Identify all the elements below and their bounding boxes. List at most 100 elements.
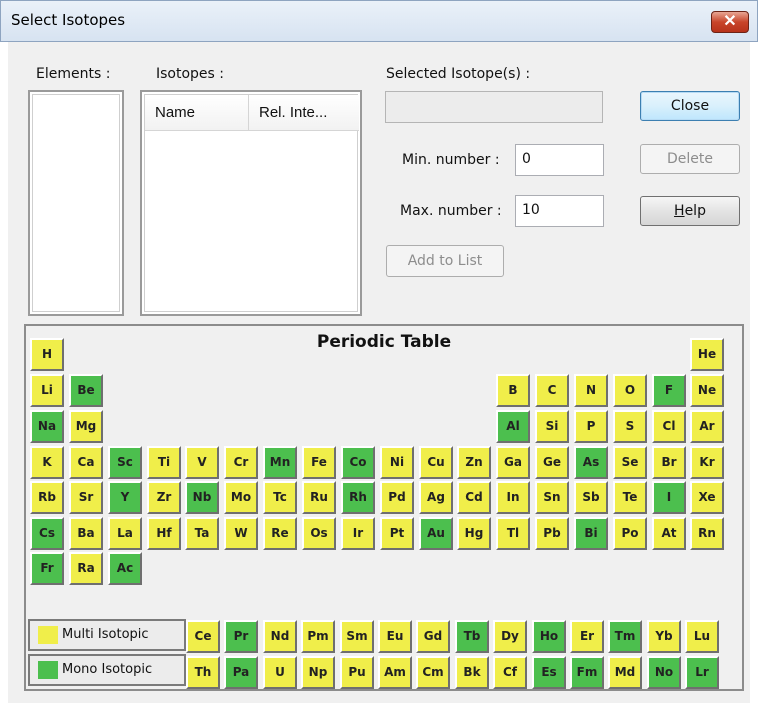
element-es[interactable]: Es	[532, 656, 566, 689]
element-b[interactable]: B	[496, 374, 530, 407]
element-y[interactable]: Y	[108, 481, 142, 514]
element-li[interactable]: Li	[30, 374, 64, 407]
element-ar[interactable]: Ar	[690, 410, 724, 443]
element-cf[interactable]: Cf	[493, 656, 527, 689]
element-sr[interactable]: Sr	[69, 481, 103, 514]
element-nb[interactable]: Nb	[185, 481, 219, 514]
element-rb[interactable]: Rb	[30, 481, 64, 514]
element-se[interactable]: Se	[613, 446, 647, 479]
element-at[interactable]: At	[652, 517, 686, 550]
min-number-input[interactable]: 0	[515, 144, 604, 176]
element-f[interactable]: F	[652, 374, 686, 407]
element-ag[interactable]: Ag	[419, 481, 453, 514]
element-bi[interactable]: Bi	[574, 517, 608, 550]
element-lu[interactable]: Lu	[685, 620, 719, 653]
close-button[interactable]: Close	[640, 91, 740, 121]
element-ru[interactable]: Ru	[302, 481, 336, 514]
element-hf[interactable]: Hf	[147, 517, 181, 550]
element-pa[interactable]: Pa	[224, 656, 258, 689]
element-cl[interactable]: Cl	[652, 410, 686, 443]
element-w[interactable]: W	[224, 517, 258, 550]
element-ta[interactable]: Ta	[185, 517, 219, 550]
element-c[interactable]: C	[535, 374, 569, 407]
element-bk[interactable]: Bk	[455, 656, 489, 689]
element-nd[interactable]: Nd	[263, 620, 297, 653]
element-h[interactable]: H	[30, 338, 64, 371]
isotopes-list[interactable]: Name Rel. Inte...	[140, 90, 362, 316]
element-pb[interactable]: Pb	[535, 517, 569, 550]
element-cs[interactable]: Cs	[30, 517, 64, 550]
element-mo[interactable]: Mo	[224, 481, 258, 514]
element-rn[interactable]: Rn	[690, 517, 724, 550]
element-gd[interactable]: Gd	[416, 620, 450, 653]
element-pr[interactable]: Pr	[224, 620, 258, 653]
element-zn[interactable]: Zn	[457, 446, 491, 479]
window-close-button[interactable]: ✕	[711, 11, 749, 33]
element-be[interactable]: Be	[69, 374, 103, 407]
element-n[interactable]: N	[574, 374, 608, 407]
element-v[interactable]: V	[185, 446, 219, 479]
element-ir[interactable]: Ir	[341, 517, 375, 550]
element-ra[interactable]: Ra	[69, 552, 103, 585]
element-ge[interactable]: Ge	[535, 446, 569, 479]
element-i[interactable]: I	[652, 481, 686, 514]
element-rh[interactable]: Rh	[341, 481, 375, 514]
element-u[interactable]: U	[263, 656, 297, 689]
element-cm[interactable]: Cm	[416, 656, 450, 689]
element-tb[interactable]: Tb	[455, 620, 489, 653]
element-xe[interactable]: Xe	[690, 481, 724, 514]
element-am[interactable]: Am	[378, 656, 412, 689]
element-br[interactable]: Br	[652, 446, 686, 479]
element-in[interactable]: In	[496, 481, 530, 514]
element-er[interactable]: Er	[570, 620, 604, 653]
element-mn[interactable]: Mn	[263, 446, 297, 479]
element-tc[interactable]: Tc	[263, 481, 297, 514]
element-ni[interactable]: Ni	[380, 446, 414, 479]
element-p[interactable]: P	[574, 410, 608, 443]
element-dy[interactable]: Dy	[493, 620, 527, 653]
max-number-input[interactable]: 10	[515, 195, 604, 227]
element-os[interactable]: Os	[302, 517, 336, 550]
element-fe[interactable]: Fe	[302, 446, 336, 479]
element-fr[interactable]: Fr	[30, 552, 64, 585]
element-cr[interactable]: Cr	[224, 446, 258, 479]
title-bar[interactable]: Select Isotopes ✕	[0, 0, 758, 42]
element-po[interactable]: Po	[613, 517, 647, 550]
element-al[interactable]: Al	[496, 410, 530, 443]
element-no[interactable]: No	[647, 656, 681, 689]
elements-list[interactable]	[28, 90, 124, 316]
element-s[interactable]: S	[613, 410, 647, 443]
element-sm[interactable]: Sm	[340, 620, 374, 653]
element-ce[interactable]: Ce	[186, 620, 220, 653]
element-re[interactable]: Re	[263, 517, 297, 550]
element-pd[interactable]: Pd	[380, 481, 414, 514]
element-tl[interactable]: Tl	[496, 517, 530, 550]
element-cd[interactable]: Cd	[457, 481, 491, 514]
element-ba[interactable]: Ba	[69, 517, 103, 550]
element-sn[interactable]: Sn	[535, 481, 569, 514]
element-pm[interactable]: Pm	[301, 620, 335, 653]
element-cu[interactable]: Cu	[419, 446, 453, 479]
element-sb[interactable]: Sb	[574, 481, 608, 514]
element-mg[interactable]: Mg	[69, 410, 103, 443]
element-si[interactable]: Si	[535, 410, 569, 443]
element-sc[interactable]: Sc	[108, 446, 142, 479]
element-ti[interactable]: Ti	[147, 446, 181, 479]
element-tm[interactable]: Tm	[608, 620, 642, 653]
help-button[interactable]: Help	[640, 196, 740, 226]
element-kr[interactable]: Kr	[690, 446, 724, 479]
element-zr[interactable]: Zr	[147, 481, 181, 514]
element-np[interactable]: Np	[301, 656, 335, 689]
element-ga[interactable]: Ga	[496, 446, 530, 479]
element-th[interactable]: Th	[186, 656, 220, 689]
element-au[interactable]: Au	[419, 517, 453, 550]
element-ho[interactable]: Ho	[532, 620, 566, 653]
element-hg[interactable]: Hg	[457, 517, 491, 550]
element-md[interactable]: Md	[608, 656, 642, 689]
element-o[interactable]: O	[613, 374, 647, 407]
add-to-list-button[interactable]: Add to List	[386, 245, 504, 277]
element-ac[interactable]: Ac	[108, 552, 142, 585]
element-he[interactable]: He	[690, 338, 724, 371]
element-fm[interactable]: Fm	[570, 656, 604, 689]
element-eu[interactable]: Eu	[378, 620, 412, 653]
